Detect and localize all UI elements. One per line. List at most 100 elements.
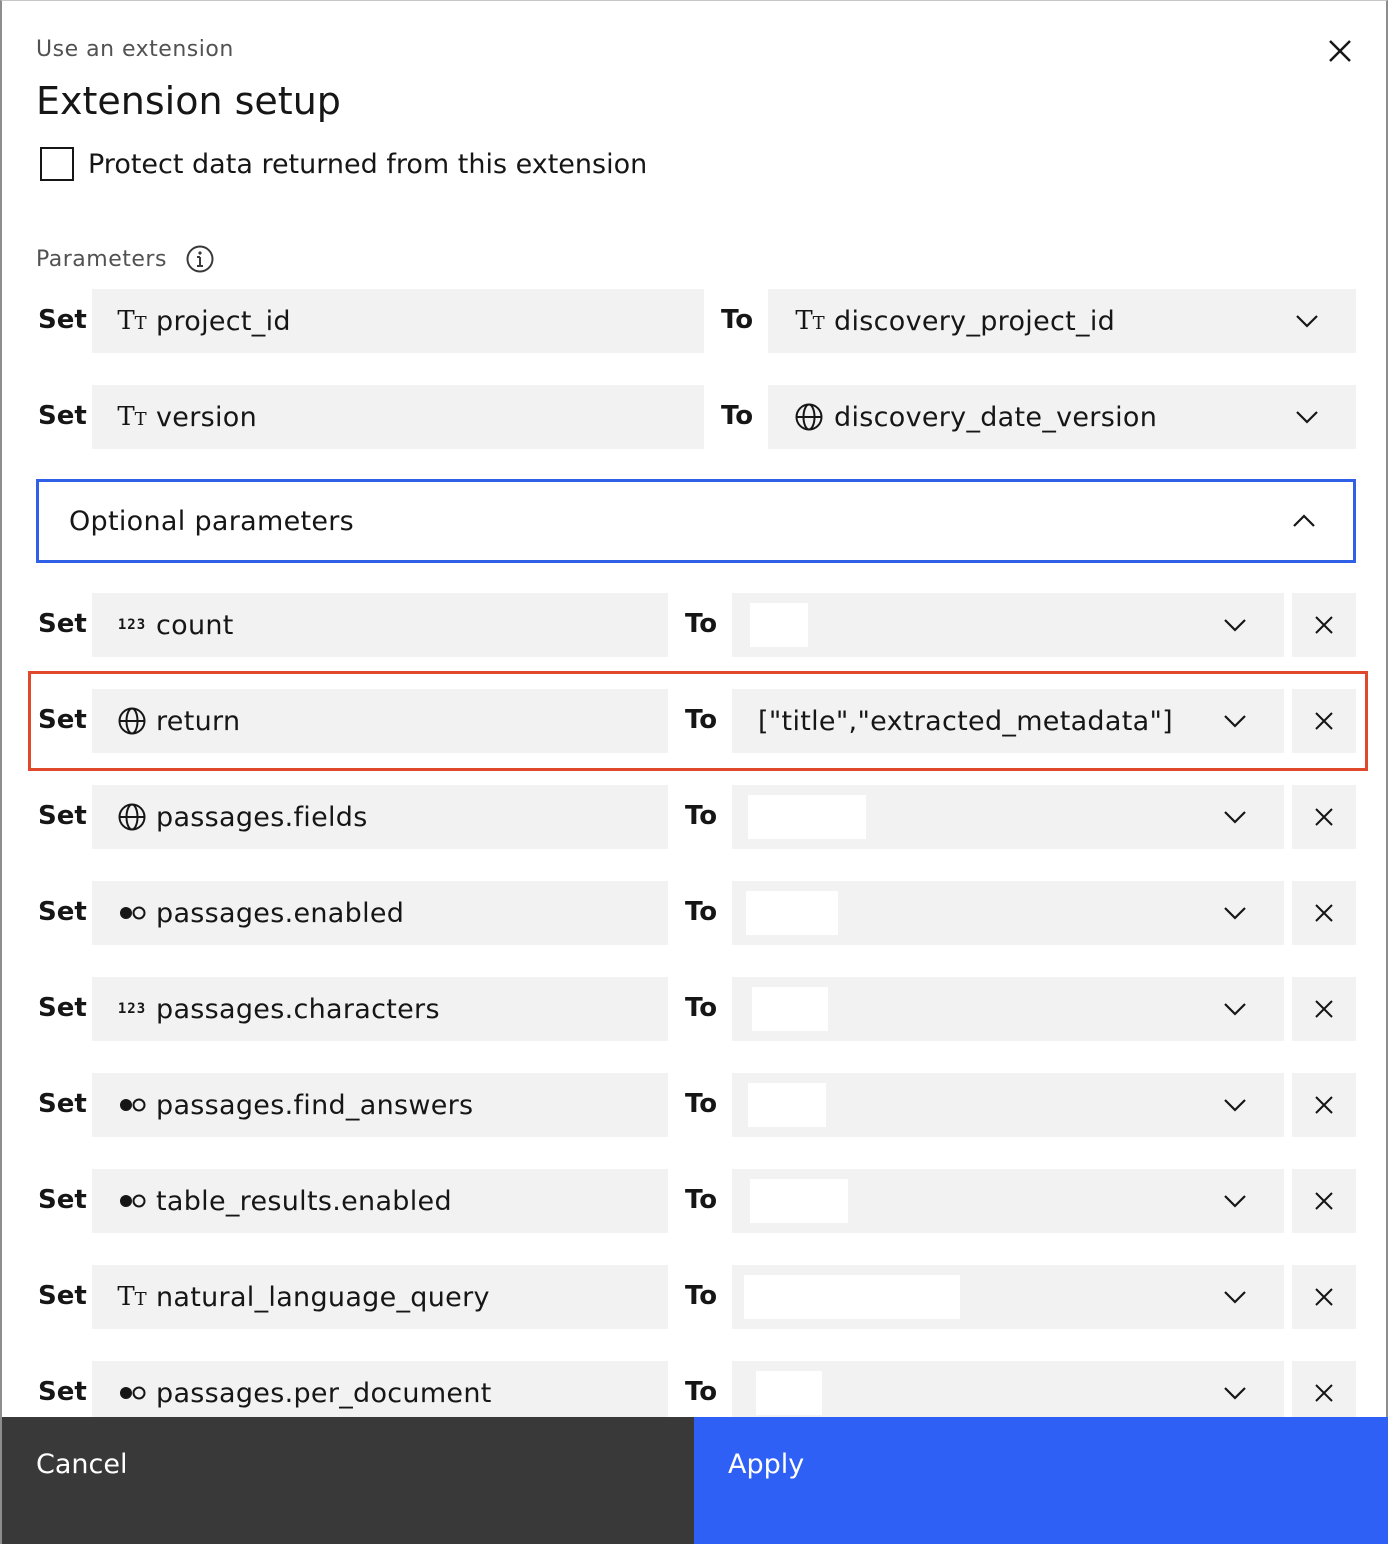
optional-parameter-row: Set passages.find_answers To: [2, 1073, 1388, 1137]
optional-parameters-label: Optional parameters: [69, 506, 355, 537]
parameter-value-dropdown[interactable]: [732, 1169, 1284, 1233]
parameter-value-dropdown[interactable]: TT discovery_project_id: [768, 289, 1356, 353]
set-label: Set: [38, 1185, 87, 1215]
chevron-down-icon: [1224, 811, 1246, 824]
parameter-value-dropdown[interactable]: [732, 1073, 1284, 1137]
globe-icon: [795, 403, 823, 431]
remove-parameter-button[interactable]: [1292, 1073, 1356, 1137]
apply-button[interactable]: Apply: [694, 1417, 1388, 1544]
parameter-value-dropdown[interactable]: [732, 1361, 1284, 1425]
value-input[interactable]: [744, 1275, 960, 1319]
set-label: Set: [38, 1089, 87, 1119]
value-input[interactable]: [752, 987, 828, 1031]
close-icon: [1315, 1288, 1333, 1306]
remove-parameter-button[interactable]: [1292, 689, 1356, 753]
optional-parameter-row: Set passages.per_document To: [2, 1361, 1388, 1425]
optional-parameter-row: Set return To ["title","extracted_metadata"…: [2, 689, 1388, 753]
set-label: Set: [38, 801, 87, 831]
modal-title: Extension setup: [36, 79, 341, 123]
close-icon[interactable]: [1320, 31, 1360, 71]
to-label: To: [685, 897, 718, 927]
globe-icon: [116, 705, 148, 737]
parameter-value-dropdown[interactable]: [732, 881, 1284, 945]
parameter-name-field: 123 passages.characters: [92, 977, 668, 1041]
optional-parameter-row: Set 123 passages.characters To: [2, 977, 1388, 1041]
remove-parameter-button[interactable]: [1292, 593, 1356, 657]
to-label: To: [685, 705, 718, 735]
information-icon[interactable]: [185, 244, 215, 274]
close-icon: [1315, 808, 1333, 826]
close-icon: [1315, 1192, 1333, 1210]
parameter-name-field: TT natural_language_query: [92, 1265, 668, 1329]
parameter-value-dropdown[interactable]: ["title","extracted_metadata"]: [732, 689, 1284, 753]
protect-data-option[interactable]: Protect data returned from this extensio…: [40, 147, 647, 181]
chevron-down-icon: [1296, 315, 1318, 328]
chevron-down-icon: [1224, 715, 1246, 728]
modal-subtitle: Use an extension: [36, 37, 234, 62]
parameter-name-field: passages.find_answers: [92, 1073, 668, 1137]
chevron-down-icon: [1224, 1099, 1246, 1112]
to-label: To: [685, 1089, 718, 1119]
parameter-value-dropdown[interactable]: discovery_date_version: [768, 385, 1356, 449]
parameter-name-field: TT project_id: [92, 289, 704, 353]
optional-parameters-accordion[interactable]: Optional parameters: [36, 479, 1356, 563]
value-input[interactable]: [746, 891, 838, 935]
remove-parameter-button[interactable]: [1292, 785, 1356, 849]
remove-parameter-button[interactable]: [1292, 1361, 1356, 1425]
number-icon: 123: [117, 1001, 147, 1017]
remove-parameter-button[interactable]: [1292, 1169, 1356, 1233]
parameter-row: Set TT version To discovery_date_version: [2, 385, 1388, 449]
parameter-value-dropdown[interactable]: [732, 1265, 1284, 1329]
set-label: Set: [38, 1281, 87, 1311]
extension-setup-modal: Use an extension Extension setup Protect…: [0, 0, 1388, 1544]
parameter-name-field: passages.fields: [92, 785, 668, 849]
to-label: To: [721, 305, 754, 335]
protect-data-checkbox[interactable]: [40, 147, 74, 181]
text-icon: TT: [117, 306, 147, 336]
parameter-name-field: return: [92, 689, 668, 753]
set-label: Set: [38, 609, 87, 639]
parameters-heading: Parameters: [36, 244, 215, 274]
to-label: To: [685, 1281, 718, 1311]
remove-parameter-button[interactable]: [1292, 977, 1356, 1041]
boolean-icon: [116, 1185, 148, 1217]
globe-icon: [116, 801, 148, 833]
to-label: To: [685, 1377, 718, 1407]
set-label: Set: [38, 705, 87, 735]
set-label: Set: [38, 993, 87, 1023]
to-label: To: [685, 801, 718, 831]
set-label: Set: [38, 305, 87, 335]
parameter-value-dropdown[interactable]: [732, 977, 1284, 1041]
parameter-name-field: TT version: [92, 385, 704, 449]
to-label: To: [721, 401, 754, 431]
text-icon: TT: [795, 306, 825, 336]
value-input[interactable]: [748, 1083, 826, 1127]
parameter-value-dropdown[interactable]: [732, 785, 1284, 849]
value-input[interactable]: [750, 1179, 848, 1223]
text-icon: TT: [117, 402, 147, 432]
remove-parameter-button[interactable]: [1292, 881, 1356, 945]
value-input[interactable]: [750, 603, 808, 647]
parameter-name-field: passages.per_document: [92, 1361, 668, 1425]
optional-parameter-row: Set passages.enabled To: [2, 881, 1388, 945]
protect-data-label: Protect data returned from this extensio…: [88, 148, 648, 180]
set-label: Set: [38, 897, 87, 927]
set-label: Set: [38, 1377, 87, 1407]
optional-parameter-row: Set table_results.enabled To: [2, 1169, 1388, 1233]
boolean-icon: [116, 1377, 148, 1409]
chevron-down-icon: [1224, 619, 1246, 632]
close-icon: [1315, 712, 1333, 730]
chevron-up-icon: [1293, 514, 1315, 527]
optional-parameter-row: Set 123 count To: [2, 593, 1388, 657]
optional-parameter-row: Set passages.fields To: [2, 785, 1388, 849]
parameter-name-field: table_results.enabled: [92, 1169, 668, 1233]
value-input[interactable]: [756, 1371, 822, 1415]
cancel-button[interactable]: Cancel: [2, 1417, 694, 1544]
to-label: To: [685, 1185, 718, 1215]
parameter-name-field: 123 count: [92, 593, 668, 657]
parameter-row: Set TT project_id To TT discovery_projec…: [2, 289, 1388, 353]
remove-parameter-button[interactable]: [1292, 1265, 1356, 1329]
value-input[interactable]: [748, 795, 866, 839]
close-icon: [1315, 616, 1333, 634]
parameter-value-dropdown[interactable]: [732, 593, 1284, 657]
